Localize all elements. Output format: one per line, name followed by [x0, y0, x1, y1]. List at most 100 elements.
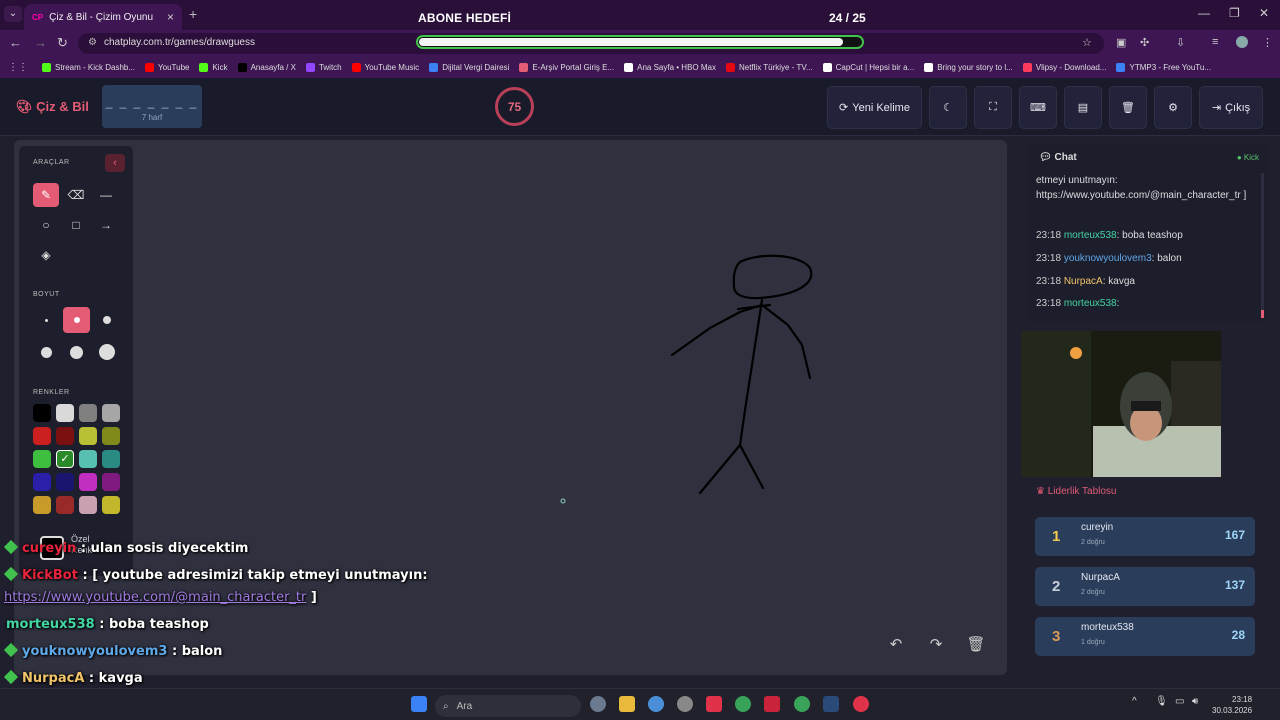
subscriber-badge-icon: [3, 539, 19, 555]
color-swatch[interactable]: [79, 473, 97, 491]
color-swatch[interactable]: [79, 404, 97, 422]
clock-time: 23:18: [1232, 695, 1253, 704]
app-icon[interactable]: [764, 696, 780, 712]
redo-button[interactable]: ↷: [924, 632, 948, 656]
drawing-legs: [698, 443, 765, 495]
color-swatch[interactable]: [33, 404, 51, 422]
color-swatch[interactable]: [102, 404, 120, 422]
app-icon[interactable]: [706, 696, 722, 712]
size-6[interactable]: [99, 344, 115, 360]
eraser-icon: ⌫: [67, 188, 85, 202]
app-icon[interactable]: [853, 696, 869, 712]
chat-scrollbar[interactable]: [1261, 173, 1264, 318]
color-swatch[interactable]: [102, 496, 120, 514]
start-icon[interactable]: [411, 696, 427, 712]
color-swatch[interactable]: [102, 450, 120, 468]
webcam-feed: [1021, 331, 1221, 477]
color-swatch[interactable]: [33, 496, 51, 514]
color-swatch[interactable]: [56, 496, 74, 514]
overlay-chat-message: cureyin : ulan sosis diyecektim: [3, 539, 248, 556]
volume-icon[interactable]: 🔊︎: [1192, 696, 1204, 712]
subscriber-badge-icon: [3, 669, 19, 685]
size-title: BOYUT: [33, 291, 60, 298]
color-swatch[interactable]: [56, 404, 74, 422]
leaderboard-name: morteux538: [1081, 622, 1134, 633]
overlay-chat-message: morteux538 : boba teashop: [6, 617, 209, 632]
search-icon: ⌕: [443, 700, 449, 712]
leaderboard-points: 137: [1224, 578, 1245, 592]
settings-app-icon[interactable]: [590, 696, 606, 712]
arrow-icon: →: [100, 218, 112, 232]
overlay-chat-text[interactable]: https://www.youtube.com/@main_character_…: [4, 590, 306, 605]
chat-message: 23:18 morteux538: boba teashop: [1036, 228, 1261, 243]
leaderboard-row: 3 morteux538 1 doğru 28: [1035, 617, 1255, 656]
chat-text: :: [1116, 298, 1120, 309]
leaderboard-name: cureyin: [1081, 522, 1114, 533]
chat-message: 23:18 morteux538:: [1036, 296, 1261, 311]
color-swatch[interactable]: [33, 450, 51, 468]
chrome-icon[interactable]: [648, 696, 664, 712]
clock-date: 30.03.2026: [1212, 706, 1253, 715]
chevron-left-icon: ‹: [113, 157, 117, 169]
overlay-chat-text: : [ youtube adresimizi takip etmeyi unut…: [82, 568, 428, 583]
color-swatch[interactable]: ✓: [56, 450, 74, 468]
color-swatch[interactable]: [56, 473, 74, 491]
xbox-icon[interactable]: [794, 696, 810, 712]
trash-icon: 🗑︎: [966, 636, 986, 653]
collapse-panel-button[interactable]: ‹: [105, 154, 125, 172]
color-swatch[interactable]: [79, 427, 97, 445]
overlay-chat-message: NurpacA : kavga: [3, 669, 143, 686]
taskbar-search[interactable]: ⌕ Ara: [435, 695, 581, 717]
size-3[interactable]: [103, 316, 111, 324]
platform-badge: ● Kick: [1236, 153, 1259, 162]
colors-title: RENKLER: [33, 389, 70, 396]
leaderboard-rank: 2: [1052, 578, 1061, 595]
color-swatch[interactable]: [79, 450, 97, 468]
overlay-chat-user: KickBot: [22, 568, 83, 583]
color-swatch[interactable]: [102, 427, 120, 445]
file-explorer-icon[interactable]: [619, 696, 635, 712]
xbox-app-icon[interactable]: [735, 696, 751, 712]
color-swatch[interactable]: [79, 496, 97, 514]
color-swatch[interactable]: [102, 473, 120, 491]
leaderboard-points: 167: [1224, 528, 1245, 542]
size-5[interactable]: [70, 346, 83, 359]
color-swatch[interactable]: [56, 427, 74, 445]
tray-chevron-icon[interactable]: ^: [1132, 696, 1144, 712]
chat-text: : boba teashop: [1116, 230, 1183, 241]
eraser-tool[interactable]: ⌫: [63, 183, 89, 207]
paint-bucket-icon: ◈: [41, 248, 51, 262]
size-1[interactable]: [45, 319, 48, 322]
chat-header: 💬︎ Chat: [1039, 152, 1077, 163]
cursor-marker: [560, 498, 566, 504]
taskbar-clock[interactable]: 23:18 30.03.2026: [1212, 694, 1252, 716]
size-2[interactable]: [63, 307, 90, 333]
tool-panel: ARAÇLAR ‹ ✎ ⌫ — ○ □ → ◈ BOYUT RENKLER ✓ …: [19, 146, 133, 576]
chat-message: 23:18 NurpacA: kavga: [1036, 274, 1261, 289]
chat-timestamp: 23:18: [1036, 276, 1064, 287]
size-4[interactable]: [41, 347, 52, 358]
leaderboard-title: ♛ Liderlik Tablosu: [1036, 486, 1117, 497]
overlay-chat-message: KickBot : [ youtube adresimizi takip etm…: [3, 566, 428, 583]
app-icon[interactable]: [677, 696, 693, 712]
windows-taskbar: ⌕ Ara ^ 🎙︎ ▭ 🔊︎ 23:18 30.03.2026: [0, 688, 1280, 720]
arrow-tool[interactable]: →: [93, 213, 119, 237]
pen-icon: ✎: [40, 188, 52, 202]
clear-canvas-button[interactable]: 🗑︎: [964, 632, 988, 656]
steam-icon[interactable]: [823, 696, 839, 712]
color-swatch[interactable]: [33, 427, 51, 445]
chat-text: : kavga: [1102, 276, 1135, 287]
rectangle-tool[interactable]: □: [63, 213, 89, 237]
mic-icon[interactable]: 🎙︎: [1155, 696, 1168, 712]
fill-tool[interactable]: ◈: [33, 243, 59, 267]
undo-button[interactable]: ↶: [884, 632, 908, 656]
tools-title: ARAÇLAR: [33, 159, 70, 166]
overlay-chat-suffix: ]: [306, 590, 317, 605]
crown-icon: ♛: [1036, 486, 1048, 497]
circle-tool[interactable]: ○: [33, 213, 59, 237]
drawing-body: [738, 298, 764, 447]
network-icon[interactable]: ▭: [1175, 696, 1187, 712]
pen-tool[interactable]: ✎: [33, 183, 59, 207]
line-tool[interactable]: —: [93, 183, 119, 207]
color-swatch[interactable]: [33, 473, 51, 491]
